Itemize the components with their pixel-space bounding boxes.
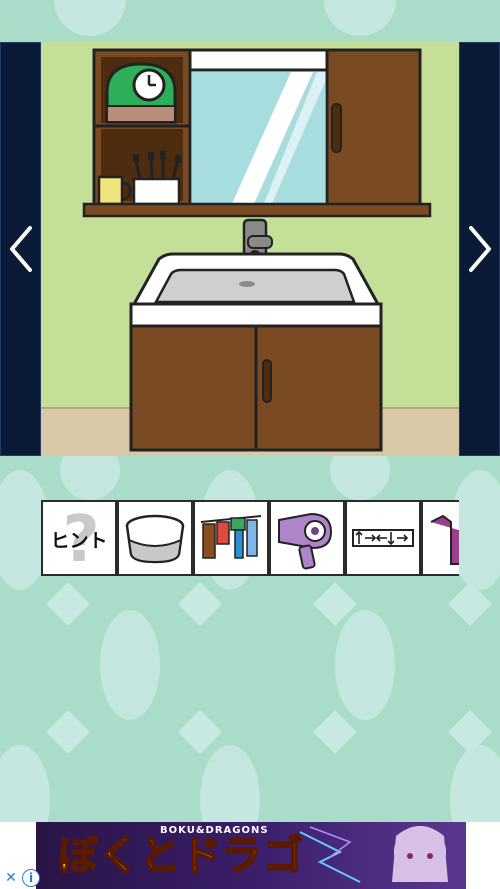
arrow-code-icon xyxy=(352,529,414,547)
clothes-icon xyxy=(200,515,262,559)
clock-icon[interactable] xyxy=(105,62,177,124)
inventory-slot-dryer[interactable] xyxy=(269,500,345,576)
inventory-slot-bowl[interactable] xyxy=(117,500,193,576)
inventory-slot-arrow-code[interactable] xyxy=(345,500,421,576)
sink-cabinet[interactable] xyxy=(129,324,383,452)
ad-title: ぼくとドラゴン xyxy=(57,832,304,880)
game-scene[interactable] xyxy=(41,42,459,456)
ad-close-button[interactable]: ✕ xyxy=(2,869,20,887)
shirt-icon xyxy=(430,514,459,565)
inventory-bar: ? ヒント xyxy=(41,500,459,576)
ad-info-button[interactable]: i xyxy=(22,869,40,887)
mirror-cabinet-door[interactable] xyxy=(325,48,422,210)
next-view-button[interactable] xyxy=(459,42,500,456)
inventory-slot-clothes[interactable] xyxy=(193,500,269,576)
chevron-right-icon xyxy=(468,226,491,272)
hint-button[interactable]: ? ヒント xyxy=(41,500,117,576)
mirror[interactable] xyxy=(188,48,329,210)
previous-view-button[interactable] xyxy=(0,42,41,456)
chevron-left-icon xyxy=(9,226,32,272)
inventory-slot-shirt[interactable] xyxy=(421,500,459,576)
hint-label: ヒント xyxy=(50,530,108,552)
washroom-illustration xyxy=(41,42,459,456)
hair-dryer-icon xyxy=(278,512,333,570)
bowl-icon xyxy=(125,514,185,564)
sink-basin[interactable] xyxy=(129,252,383,330)
